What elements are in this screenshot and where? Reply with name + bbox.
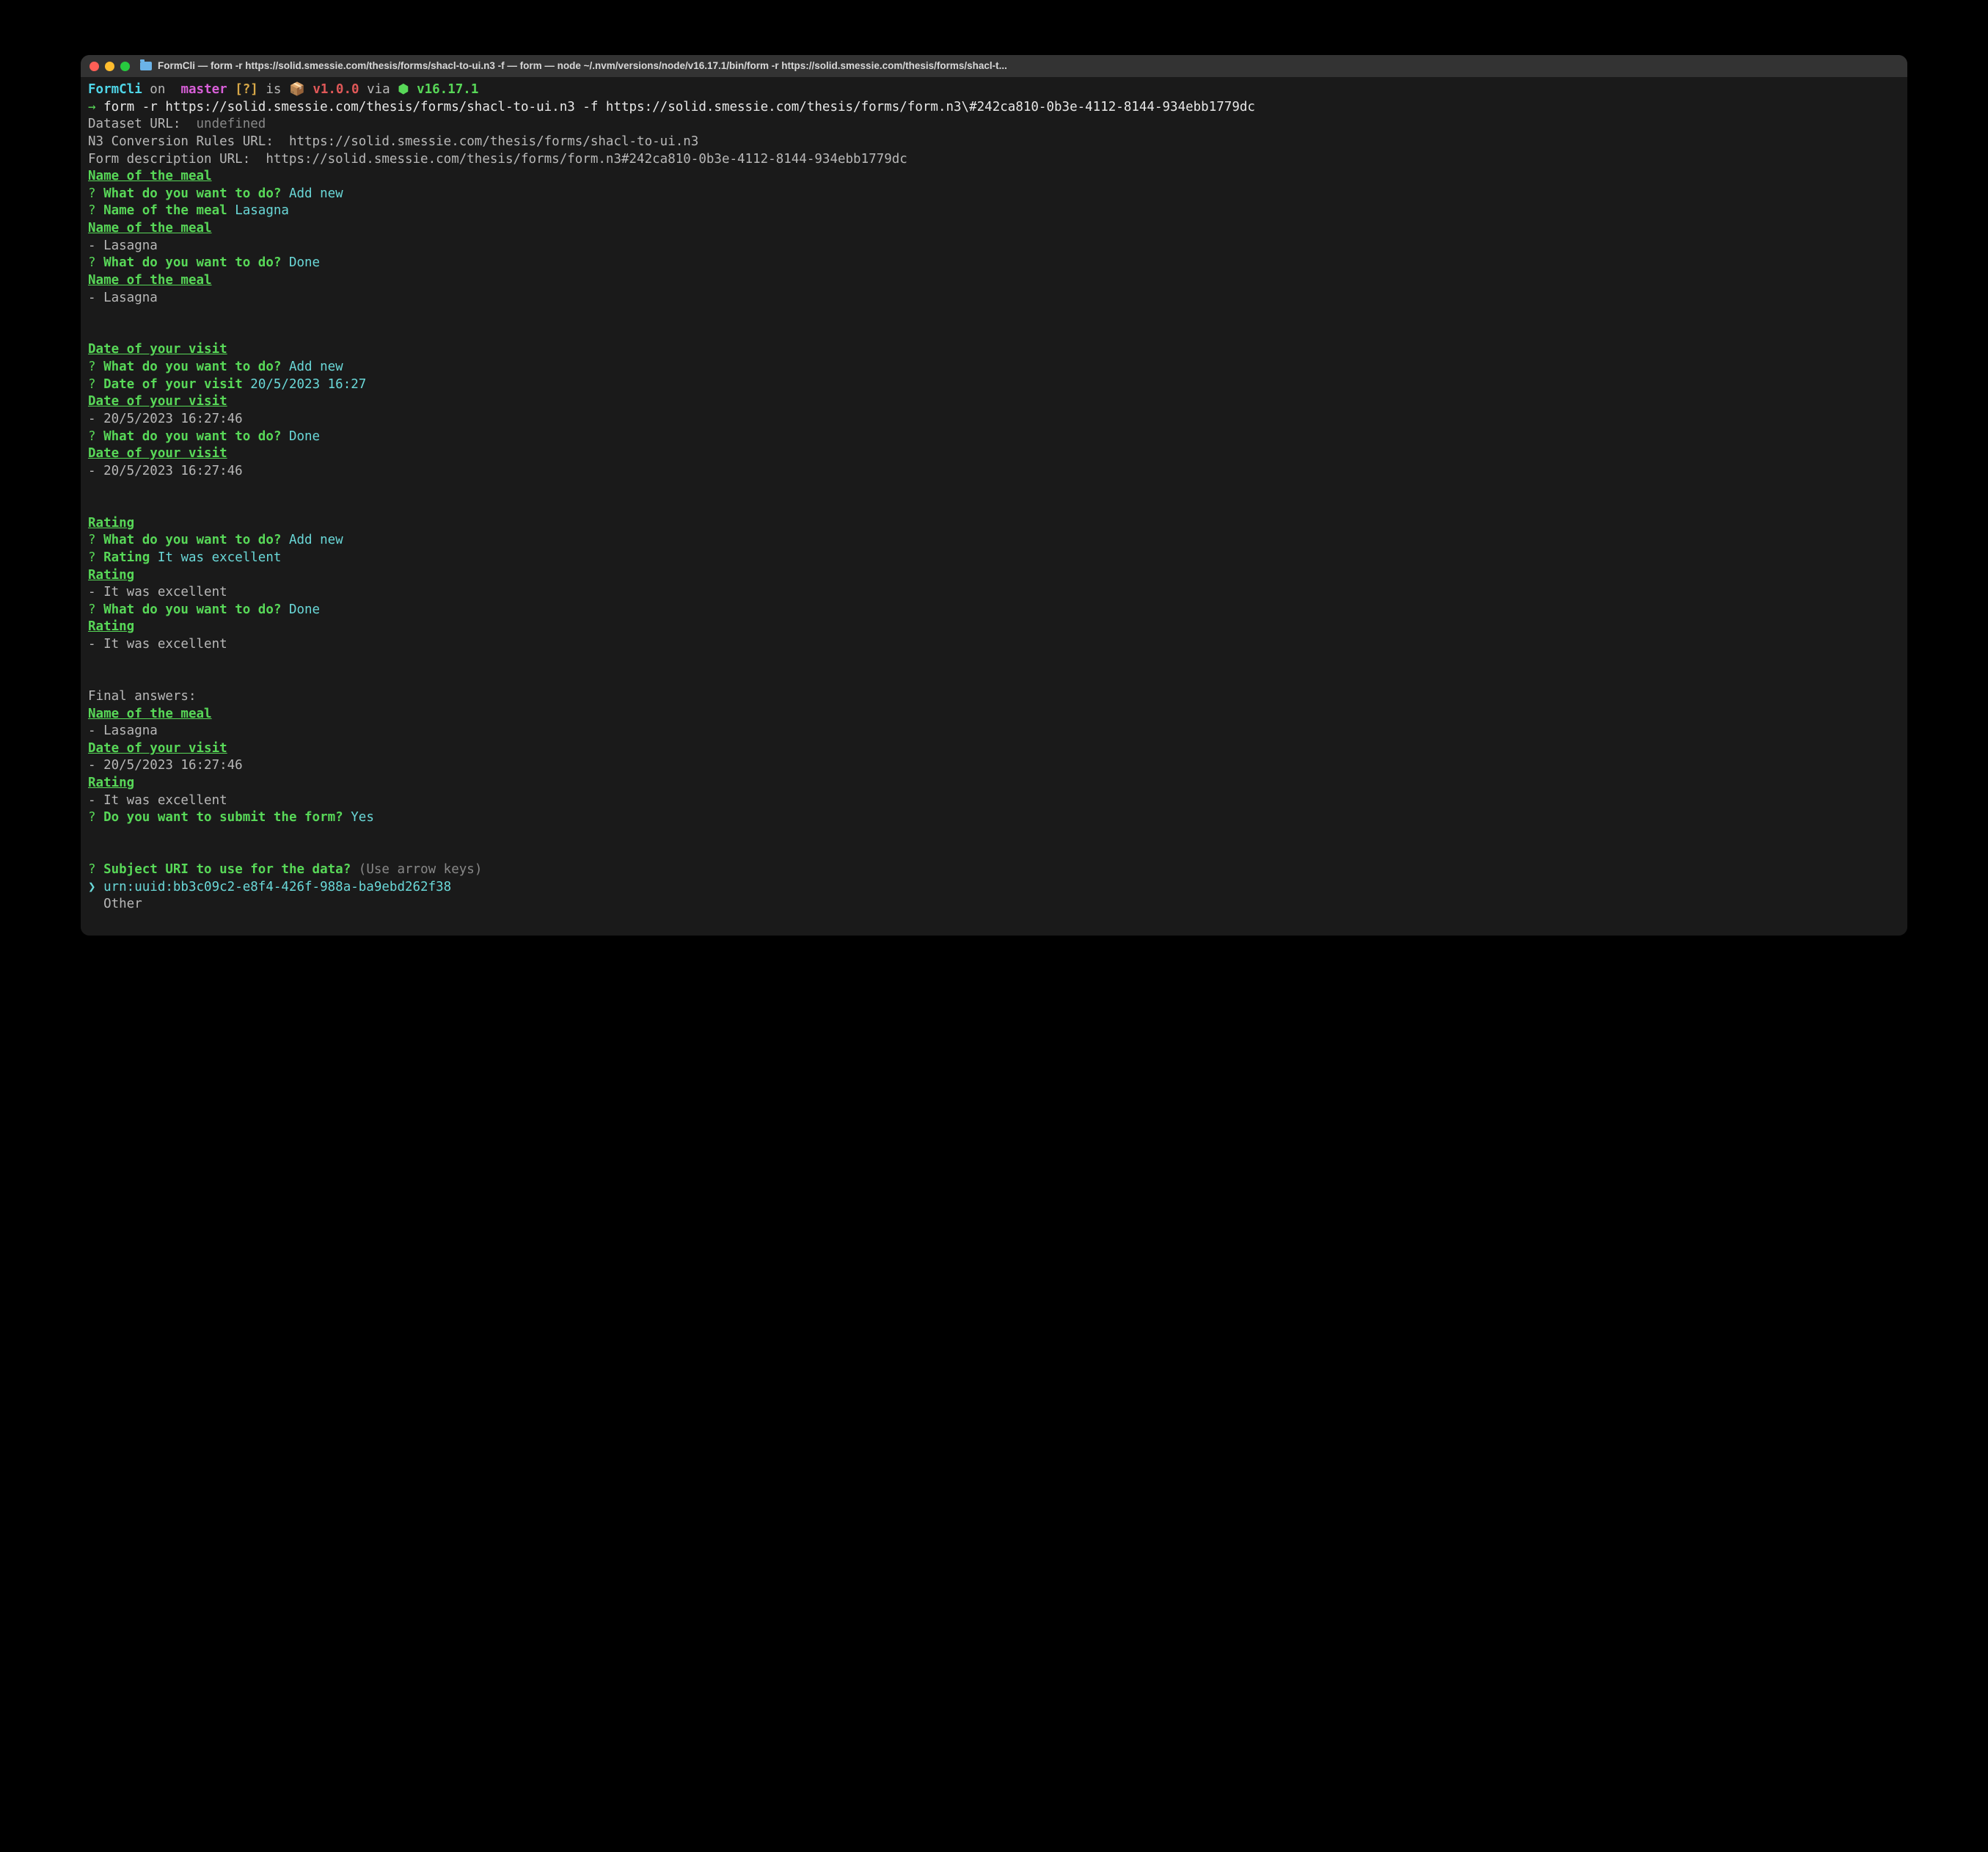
dataset-value: undefined (197, 117, 266, 131)
date-heading-2: Date of your visit (88, 393, 1900, 411)
rules-url: https://solid.smessie.com/thesis/forms/s… (289, 134, 698, 149)
title-bar: FormCli — form -r https://solid.smessie.… (81, 55, 1907, 77)
question-icon: ? (88, 602, 103, 617)
node-icon: ⬢ (398, 82, 417, 97)
rating-heading-2: Rating (88, 567, 1900, 585)
rating-heading: Rating (88, 515, 1900, 533)
git-status: [?] (227, 82, 258, 97)
date-item: - 20/5/2023 16:27:46 (88, 411, 1900, 429)
rating-item: - It was excellent (88, 584, 1900, 602)
node-version: v16.17.1 (417, 82, 478, 97)
question-icon: ? (88, 186, 103, 201)
subject-option-other[interactable]: Other (88, 896, 1900, 914)
question-icon: ? (88, 360, 103, 374)
final-heading: Final answers: (88, 688, 1900, 706)
command-text: form -r https://solid.smessie.com/thesis… (103, 100, 1255, 114)
branch-name: master (173, 82, 227, 97)
close-icon[interactable] (89, 62, 99, 71)
subject-prompt: ? Subject URI to use for the data? (Use … (88, 861, 1900, 879)
question-icon: ? (88, 429, 103, 444)
date-q1: ? What do you want to do? Add new (88, 359, 1900, 376)
final-date-item: - 20/5/2023 16:27:46 (88, 757, 1900, 775)
prompt-arrow-icon: → (88, 100, 103, 114)
rules-line: N3 Conversion Rules URL: https://solid.s… (88, 134, 1900, 151)
rating-q1: ? What do you want to do? Add new (88, 532, 1900, 550)
form-url: https://solid.smessie.com/thesis/forms/f… (266, 152, 907, 167)
meal-q3: ? What do you want to do? Done (88, 255, 1900, 272)
traffic-lights (89, 62, 130, 71)
meal-q1: ? What do you want to do? Add new (88, 186, 1900, 203)
date-q3: ? What do you want to do? Done (88, 429, 1900, 446)
rating-q2: ? Rating It was excellent (88, 550, 1900, 567)
terminal-body[interactable]: FormCli on master [?] is 📦 v1.0.0 via ⬢ … (81, 77, 1907, 936)
date-heading-3: Date of your visit (88, 445, 1900, 463)
question-icon: ? (88, 810, 103, 825)
rating-heading-3: Rating (88, 619, 1900, 636)
window-title: FormCli — form -r https://solid.smessie.… (158, 59, 1899, 73)
question-icon: ? (88, 533, 103, 547)
final-rating-heading: Rating (88, 775, 1900, 792)
meal-item: - Lasagna (88, 238, 1900, 255)
app-name: FormCli (88, 82, 142, 97)
maximize-icon[interactable] (120, 62, 130, 71)
folder-icon (140, 62, 152, 70)
meal-heading-3: Name of the meal (88, 272, 1900, 290)
rating-q3: ? What do you want to do? Done (88, 602, 1900, 619)
meal-heading-2: Name of the meal (88, 220, 1900, 238)
minimize-icon[interactable] (105, 62, 114, 71)
question-icon: ? (88, 862, 103, 877)
submit-question: ? Do you want to submit the form? Yes (88, 809, 1900, 827)
terminal-window: FormCli — form -r https://solid.smessie.… (81, 55, 1907, 936)
date-q2: ? Date of your visit 20/5/2023 16:27 (88, 376, 1900, 394)
shell-prompt: FormCli on master [?] is 📦 v1.0.0 via ⬢ … (88, 81, 1900, 99)
dataset-line: Dataset URL: undefined (88, 116, 1900, 134)
meal-item-2: - Lasagna (88, 290, 1900, 307)
pointer-icon: ❯ (88, 880, 103, 894)
package-icon: 📦 (289, 82, 313, 97)
meal-heading: Name of the meal (88, 168, 1900, 186)
question-icon: ? (88, 203, 103, 218)
package-version: v1.0.0 (313, 82, 359, 97)
final-rating-item: - It was excellent (88, 792, 1900, 810)
date-item-2: - 20/5/2023 16:27:46 (88, 463, 1900, 481)
final-meal-heading: Name of the meal (88, 706, 1900, 723)
form-desc-line: Form description URL: https://solid.smes… (88, 151, 1900, 169)
question-icon: ? (88, 377, 103, 392)
subject-option-selected[interactable]: ❯ urn:uuid:bb3c09c2-e8f4-426f-988a-ba9eb… (88, 879, 1900, 897)
rating-item-2: - It was excellent (88, 636, 1900, 654)
final-meal-item: - Lasagna (88, 723, 1900, 740)
question-icon: ? (88, 255, 103, 270)
meal-q2: ? Name of the meal Lasagna (88, 203, 1900, 220)
question-icon: ? (88, 550, 103, 565)
command-line: → form -r https://solid.smessie.com/thes… (88, 99, 1900, 117)
final-date-heading: Date of your visit (88, 740, 1900, 758)
date-heading: Date of your visit (88, 341, 1900, 359)
